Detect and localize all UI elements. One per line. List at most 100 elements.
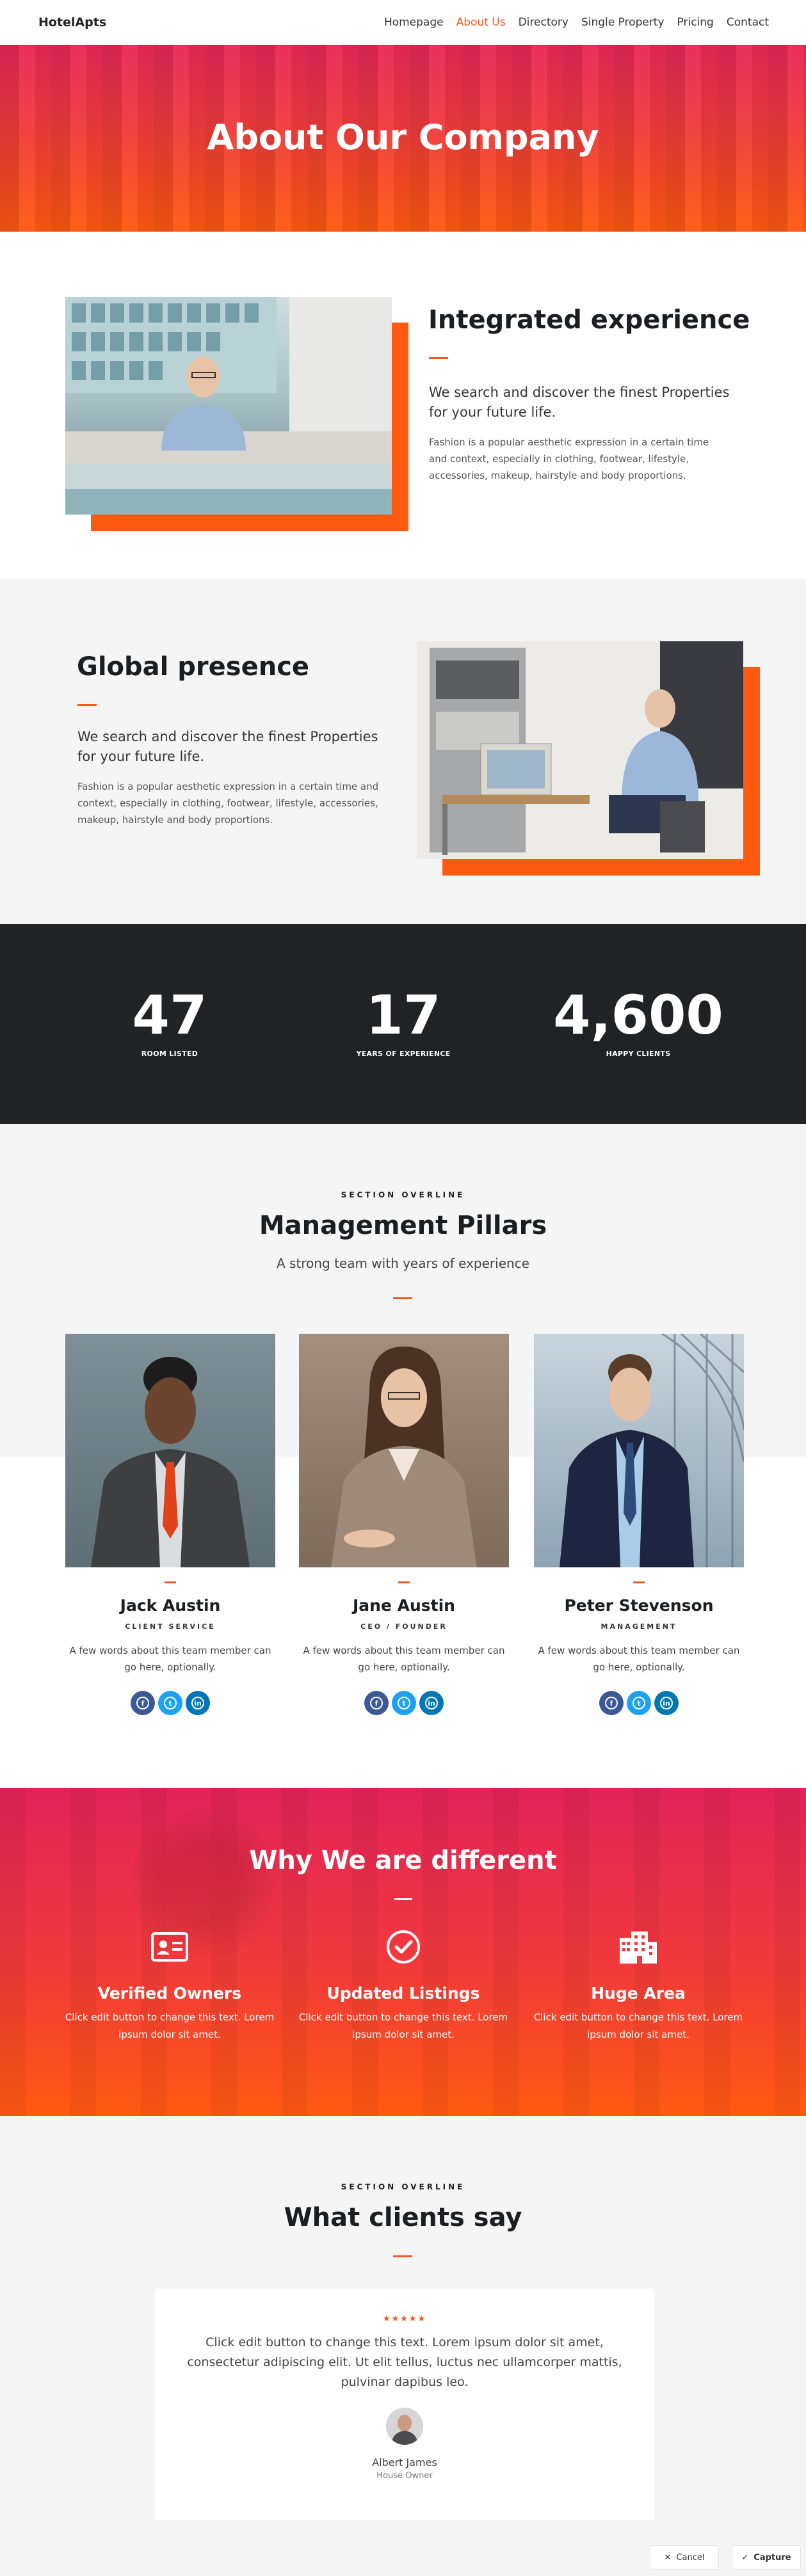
facebook-icon[interactable]: f <box>131 1691 155 1715</box>
why-divider <box>394 1898 412 1900</box>
member-divider <box>165 1581 176 1583</box>
testimonials-title: What clients say <box>284 2203 522 2232</box>
why-item: Huge Area Click edit button to change th… <box>533 1929 744 2044</box>
cancel-label: Cancel <box>676 2552 705 2563</box>
feature-section-integrated: Integrated experience We search and disc… <box>0 232 806 579</box>
stat-label: ROOM LISTED <box>141 1050 198 1058</box>
facebook-icon[interactable]: f <box>599 1691 624 1715</box>
feature-section-global: Global presence We search and discover t… <box>0 579 806 924</box>
why-title: Why We are different <box>249 1846 557 1875</box>
testimonials-divider <box>393 2255 412 2257</box>
member-divider <box>398 1581 410 1583</box>
top-navbar: HotelApts Homepage About Us Directory Si… <box>0 0 806 45</box>
why-item: Updated Listings Click edit button to ch… <box>298 1929 509 2044</box>
member-social-links: f t in <box>65 1691 275 1715</box>
feature-image-2 <box>417 641 762 878</box>
stat-years: 17 YEARS OF EXPERIENCE <box>288 983 519 1058</box>
check-icon: ✓ <box>741 2552 749 2563</box>
feature-1-body: Fashion is a popular aesthetic expressio… <box>429 436 709 481</box>
member-name: Peter Stevenson <box>564 1596 714 1615</box>
facebook-icon[interactable]: f <box>364 1691 389 1715</box>
member-social-links: f t in <box>299 1691 509 1715</box>
feature-1-divider <box>429 357 448 359</box>
stat-clients: 4,600 HAPPY CLIENTS <box>523 983 754 1058</box>
rating-stars: ★★★★★ <box>382 2314 427 2324</box>
testimonials-section: SECTION OVERLINE What clients say ★★★★★ … <box>0 2116 806 2576</box>
testimonials-overline: SECTION OVERLINE <box>341 2182 465 2191</box>
testimonial-quote: Click edit button to change this text. L… <box>187 2335 622 2389</box>
office-photo <box>65 297 392 515</box>
stat-value: 4,600 <box>553 984 723 1046</box>
member-name: Jack Austin <box>120 1596 221 1615</box>
feature-2-body: Fashion is a popular aesthetic expressio… <box>77 781 379 826</box>
team-title: Management Pillars <box>259 1211 547 1240</box>
team-member-card: Peter Stevenson MANAGEMENT A few words a… <box>534 1334 744 1715</box>
member-divider <box>633 1581 645 1583</box>
why-section: Why We are different Verified Owners Cli… <box>0 1788 806 2116</box>
twitter-icon[interactable]: t <box>627 1691 651 1715</box>
linkedin-icon[interactable]: in <box>654 1691 679 1715</box>
why-item-text: Click edit button to change this text. L… <box>298 2012 508 2040</box>
capture-label: Capture <box>754 2552 791 2563</box>
nav-link-contact[interactable]: Contact <box>727 16 769 29</box>
member-role: CLIENT SERVICE <box>125 1622 216 1631</box>
stats-section: 47 ROOM LISTED 17 YEARS OF EXPERIENCE 4,… <box>0 924 806 1124</box>
team-member-photo <box>65 1334 275 1567</box>
hero-title: About Our Company <box>207 117 599 157</box>
team-overline: SECTION OVERLINE <box>341 1190 465 1199</box>
member-description: A few words about this team member can g… <box>69 1645 271 1673</box>
member-social-links: f t in <box>534 1691 744 1715</box>
stat-value: 47 <box>132 984 207 1046</box>
feature-1-lead: We search and discover the finest Proper… <box>429 385 730 420</box>
team-divider <box>393 1297 412 1299</box>
why-item-title: Updated Listings <box>326 1984 480 2003</box>
nav-link-about-us[interactable]: About Us <box>456 16 506 29</box>
member-description: A few words about this team member can g… <box>538 1645 740 1673</box>
nav-link-directory[interactable]: Directory <box>519 16 568 29</box>
site-logo[interactable]: HotelApts <box>38 15 106 29</box>
client-name: Albert James <box>372 2456 437 2468</box>
feature-2-divider <box>77 704 97 706</box>
nav-link-pricing[interactable]: Pricing <box>677 16 714 29</box>
stat-rooms: 47 ROOM LISTED <box>54 983 285 1058</box>
team-subtitle: A strong team with years of experience <box>277 1256 529 1271</box>
feature-2-title: Global presence <box>77 652 310 682</box>
why-item-text: Click edit button to change this text. L… <box>533 2012 743 2040</box>
why-item-title: Verified Owners <box>97 1984 242 2003</box>
feature-image-1 <box>65 297 411 534</box>
stat-value: 17 <box>366 984 441 1046</box>
id-card-icon <box>64 1929 275 1965</box>
linkedin-icon[interactable]: in <box>186 1691 210 1715</box>
building-icon <box>533 1929 744 1965</box>
member-name: Jane Austin <box>353 1596 455 1615</box>
team-member-photo <box>534 1334 744 1567</box>
computer-desk-photo <box>417 641 743 859</box>
member-role: MANAGEMENT <box>600 1622 677 1631</box>
cancel-button[interactable]: ✕ Cancel <box>650 2545 719 2570</box>
close-icon: ✕ <box>664 2552 672 2563</box>
feature-1-title: Integrated experience <box>428 305 750 335</box>
twitter-icon[interactable]: t <box>158 1691 182 1715</box>
client-role: House Owner <box>376 2471 433 2481</box>
stat-label: YEARS OF EXPERIENCE <box>356 1050 451 1058</box>
check-circle-icon <box>298 1929 509 1965</box>
why-item-text: Click edit button to change this text. L… <box>65 2012 275 2040</box>
linkedin-icon[interactable]: in <box>419 1691 444 1715</box>
nav-link-single-property[interactable]: Single Property <box>581 16 665 29</box>
team-member-photo <box>299 1334 509 1567</box>
stat-label: HAPPY CLIENTS <box>606 1050 671 1058</box>
main-menu: Homepage About Us Directory Single Prope… <box>384 16 769 29</box>
member-role: CEO / FOUNDER <box>360 1622 447 1631</box>
testimonial-card: ★★★★★ Click edit button to change this t… <box>155 2289 654 2520</box>
team-member-card: Jack Austin CLIENT SERVICE A few words a… <box>65 1334 275 1715</box>
hero-banner: About Our Company <box>0 45 806 232</box>
avatar <box>386 2408 423 2445</box>
member-description: A few words about this team member can g… <box>303 1645 505 1673</box>
twitter-icon[interactable]: t <box>392 1691 416 1715</box>
why-item: Verified Owners Click edit button to cha… <box>64 1929 275 2044</box>
team-member-card: Jane Austin CEO / FOUNDER A few words ab… <box>299 1334 509 1715</box>
nav-link-homepage[interactable]: Homepage <box>384 16 444 29</box>
capture-button[interactable]: ✓ Capture <box>732 2545 801 2570</box>
why-item-title: Huge Area <box>591 1984 686 2003</box>
feature-2-lead: We search and discover the finest Proper… <box>77 729 378 764</box>
